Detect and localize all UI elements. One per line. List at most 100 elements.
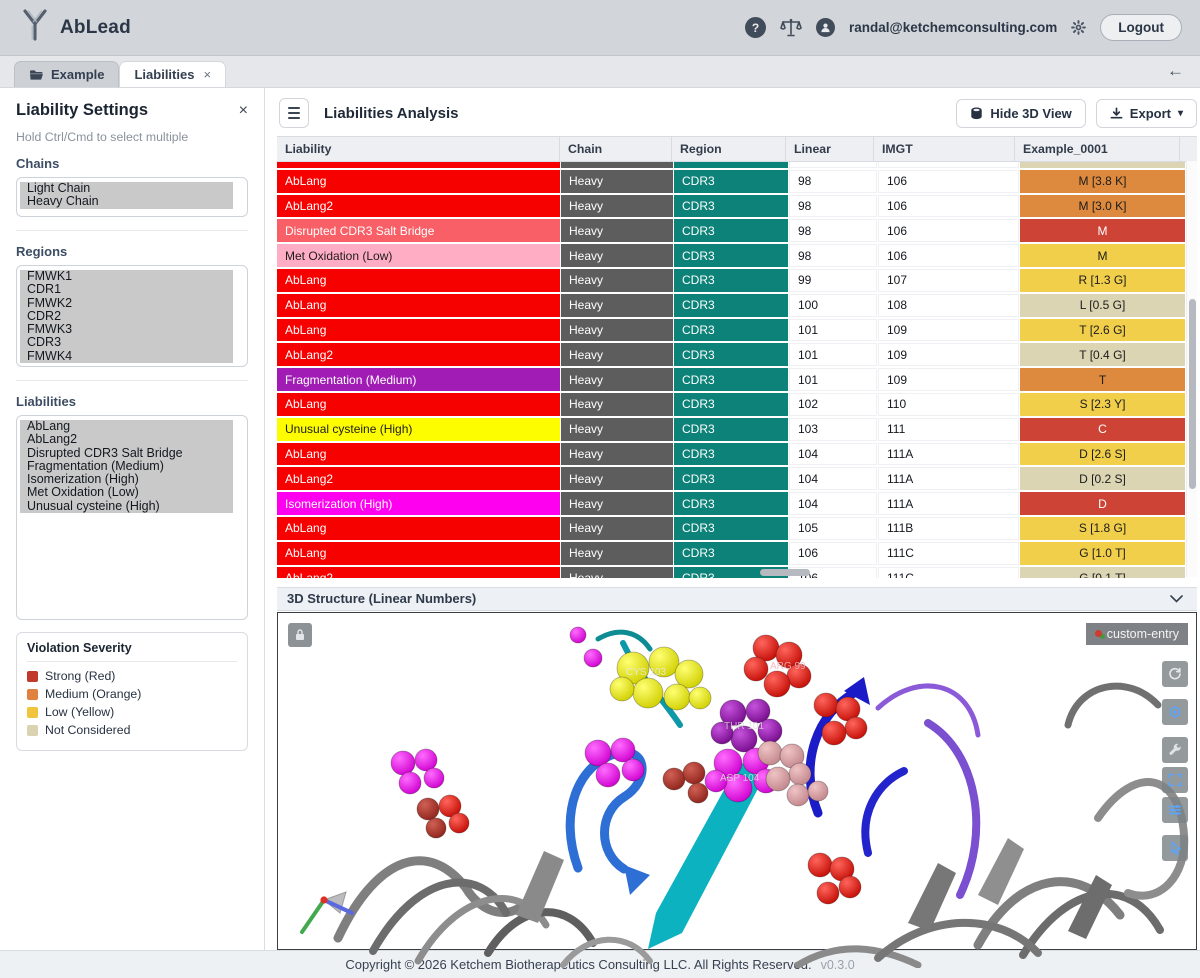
listbox-option[interactable]: Isomerization (High) xyxy=(20,473,233,486)
column-header-example_0001[interactable]: Example_0001 xyxy=(1015,137,1180,161)
liabilities-listbox[interactable]: AbLangAbLang2Disrupted CDR3 Salt BridgeF… xyxy=(16,415,248,620)
table-cell: CDR3 xyxy=(674,294,788,317)
table-cell: CDR3 xyxy=(674,492,788,515)
table-cell: 109 xyxy=(878,343,1019,366)
listbox-option[interactable]: CDR3 xyxy=(20,336,233,349)
chevron-down-icon[interactable] xyxy=(1170,595,1183,603)
gear-icon[interactable] xyxy=(1071,20,1086,35)
table-row[interactable]: AbLang2HeavyCDR3106111CG [0.1 T] xyxy=(277,567,1185,578)
panel-close-icon[interactable]: × xyxy=(239,102,248,120)
column-header-chain[interactable]: Chain xyxy=(560,137,672,161)
autofocus-icon[interactable] xyxy=(1162,699,1188,725)
settings-sliders-icon[interactable] xyxy=(1162,797,1188,823)
listbox-option[interactable]: FMWK1 xyxy=(20,270,233,283)
table-row[interactable]: AbLang2HeavyCDR3101109T [0.4 G] xyxy=(277,343,1185,366)
tab-close-icon[interactable]: × xyxy=(203,67,211,82)
regions-label: Regions xyxy=(16,244,248,259)
listbox-option[interactable]: CDR2 xyxy=(20,310,233,323)
table-row[interactable]: AbLangHeavyCDR3100108L [0.5 G] xyxy=(277,294,1185,317)
scrollbar-thumb[interactable] xyxy=(1189,299,1196,489)
table-vertical-scrollbar[interactable] xyxy=(1186,161,1197,577)
table-cell: M [3.8 K] xyxy=(1020,170,1185,193)
back-arrow-icon[interactable]: ← xyxy=(1167,61,1184,81)
table-cell: Heavy xyxy=(561,319,673,342)
table-row[interactable]: AbLangHeavyCDR3102110S [2.3 Y] xyxy=(277,393,1185,416)
table-row[interactable]: Met Oxidation (Low)HeavyCDR398106M xyxy=(277,244,1185,267)
table-row[interactable]: AbLangHeavyCDR398106M [3.8 K] xyxy=(277,170,1185,193)
lock-button[interactable] xyxy=(288,623,312,647)
molstar-3d-viewer[interactable]: CYS 103 THR 101 ASP 104 ARG 99 custom-en… xyxy=(277,612,1197,950)
table-row[interactable]: Disrupted CDR3 Salt BridgeHeavyCDR398106… xyxy=(277,219,1185,242)
listbox-option[interactable]: Light Chain xyxy=(20,182,233,195)
severity-title: Violation Severity xyxy=(27,641,237,662)
listbox-option[interactable]: AbLang2 xyxy=(20,433,233,446)
logout-button[interactable]: Logout xyxy=(1100,14,1182,41)
table-cell: CDR3 xyxy=(674,269,788,292)
table-cell: Fragmentation (Medium) xyxy=(277,368,560,391)
download-icon xyxy=(1110,107,1123,120)
severity-items: Strong (Red)Medium (Orange)Low (Yellow)N… xyxy=(27,669,237,737)
residue-label-arg99: ARG 99 xyxy=(770,661,806,672)
listbox-option[interactable]: Unusual cysteine (High) xyxy=(20,500,233,513)
table-row[interactable]: AbLang2HeavyCDR3104111AD [0.2 S] xyxy=(277,467,1185,490)
column-header-liability[interactable]: Liability xyxy=(277,137,560,161)
tab-example[interactable]: Example xyxy=(14,61,119,87)
reset-camera-icon[interactable] xyxy=(1162,661,1188,687)
scales-icon[interactable] xyxy=(780,18,802,38)
app-title: AbLead xyxy=(60,17,131,39)
severity-label: Medium (Orange) xyxy=(45,687,141,701)
table-header-row: LiabilityChainRegionLinearIMGTExample_00… xyxy=(277,136,1197,162)
listbox-option[interactable]: FMWK4 xyxy=(20,350,233,363)
selection-cursor-icon[interactable] xyxy=(1162,835,1188,861)
column-header-region[interactable]: Region xyxy=(672,137,786,161)
structure-panel-header[interactable]: 3D Structure (Linear Numbers) xyxy=(277,587,1197,611)
menu-button[interactable] xyxy=(279,98,309,128)
table-cell: AbLang2 xyxy=(277,343,560,366)
table-row[interactable]: AbLangHeavyCDR399107R [1.3 G] xyxy=(277,269,1185,292)
table-cell: 98 xyxy=(789,244,877,267)
tab-liabilities[interactable]: Liabilities × xyxy=(119,61,226,87)
entry-badge[interactable]: custom-entry xyxy=(1086,623,1188,645)
chains-listbox[interactable]: Light ChainHeavy Chain xyxy=(16,177,248,217)
column-header-imgt[interactable]: IMGT xyxy=(874,137,1015,161)
tools-wrench-icon[interactable] xyxy=(1162,737,1188,763)
residue-label-cys103: CYS 103 xyxy=(626,667,666,678)
table-row[interactable]: AbLangHeavyCDR3101109T [2.6 G] xyxy=(277,319,1185,342)
severity-swatch xyxy=(27,689,38,700)
table-row[interactable]: Isomerization (High)HeavyCDR3104111AD xyxy=(277,492,1185,515)
table-cell: AbLang xyxy=(277,294,560,317)
severity-label: Not Considered xyxy=(45,723,130,737)
table-cell: Unusual cysteine (High) xyxy=(277,418,560,441)
table-cell: AbLang xyxy=(277,542,560,565)
table-row[interactable]: Fragmentation (Medium)HeavyCDR3101109T xyxy=(277,368,1185,391)
listbox-option[interactable]: Fragmentation (Medium) xyxy=(20,460,233,473)
table-row[interactable]: AbLangHeavyCDR3104111AD [2.6 S] xyxy=(277,443,1185,466)
table-cell: G [1.0 T] xyxy=(1020,542,1185,565)
column-header-linear[interactable]: Linear xyxy=(786,137,874,161)
table-cell: AbLang2 xyxy=(277,567,560,578)
table-cell: D [2.6 S] xyxy=(1020,443,1185,466)
table-row[interactable]: AbLang2HeavyCDR398106M [3.0 K] xyxy=(277,195,1185,218)
hide-3d-view-button[interactable]: Hide 3D View xyxy=(956,99,1085,128)
table-cell: AbLang xyxy=(277,443,560,466)
listbox-option[interactable]: CDR1 xyxy=(20,283,233,296)
table-cell: 101 xyxy=(789,368,877,391)
help-icon[interactable]: ? xyxy=(745,17,766,38)
listbox-option[interactable]: FMWK3 xyxy=(20,323,233,336)
export-button[interactable]: Export ▾ xyxy=(1096,99,1197,128)
antibody-logo-icon xyxy=(20,8,50,47)
table-row[interactable]: AbLangHeavyCDR3106111CG [1.0 T] xyxy=(277,542,1185,565)
table-horizontal-scrollbar-thumb[interactable] xyxy=(760,569,810,576)
listbox-option[interactable]: AbLang xyxy=(20,420,233,433)
listbox-option[interactable]: Disrupted CDR3 Salt Bridge xyxy=(20,447,233,460)
listbox-option[interactable]: Met Oxidation (Low) xyxy=(20,486,233,499)
table-row[interactable] xyxy=(277,162,1185,168)
regions-listbox[interactable]: FMWK1CDR1FMWK2CDR2FMWK3CDR3FMWK4 xyxy=(16,265,248,367)
table-cell: M xyxy=(1020,244,1185,267)
table-row[interactable]: Unusual cysteine (High)HeavyCDR3103111C xyxy=(277,418,1185,441)
table-cell: Heavy xyxy=(561,244,673,267)
listbox-option[interactable]: Heavy Chain xyxy=(20,195,233,208)
listbox-option[interactable]: FMWK2 xyxy=(20,297,233,310)
table-row[interactable]: AbLangHeavyCDR3105111BS [1.8 G] xyxy=(277,517,1185,540)
expand-icon[interactable] xyxy=(1162,767,1188,793)
